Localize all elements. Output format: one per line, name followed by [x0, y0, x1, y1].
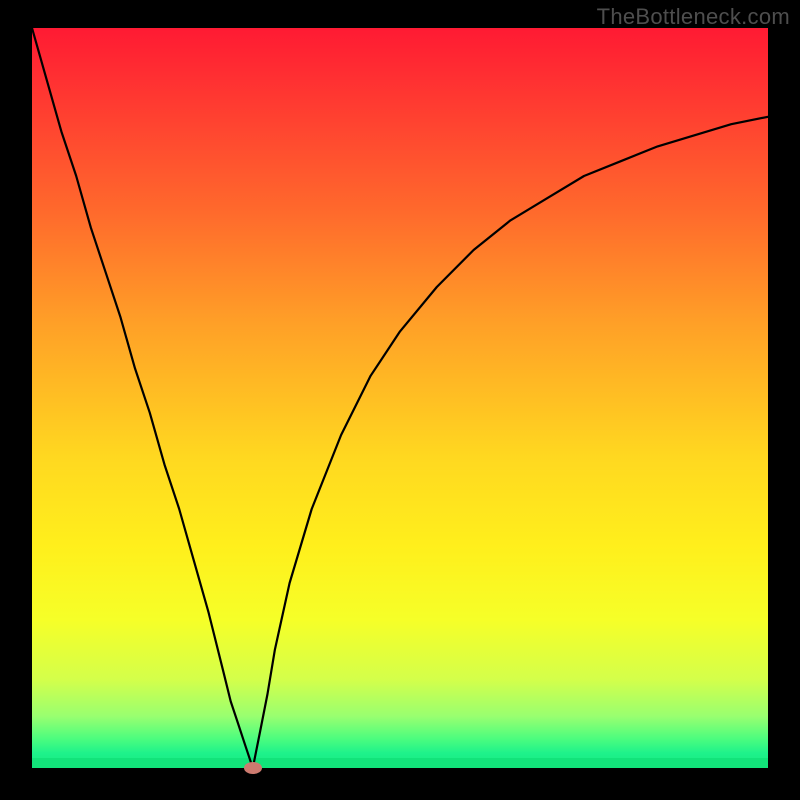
- plot-area: [32, 28, 768, 768]
- watermark-text: TheBottleneck.com: [597, 4, 790, 30]
- minimum-marker: [244, 762, 262, 774]
- bottleneck-curve: [32, 28, 768, 768]
- chart-frame: TheBottleneck.com: [0, 0, 800, 800]
